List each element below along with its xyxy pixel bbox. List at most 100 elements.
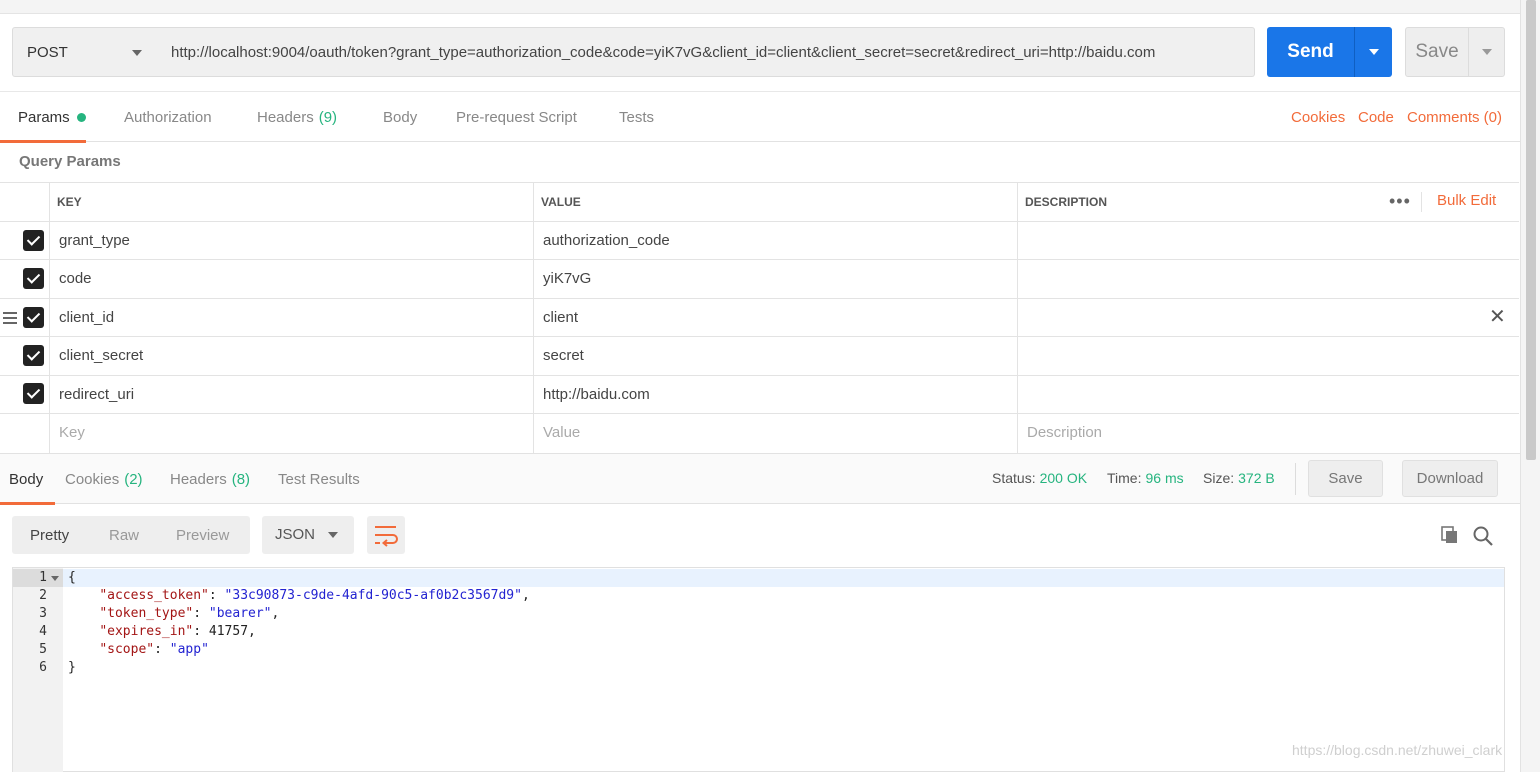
code-line: "expires_in": 41757, [99, 624, 256, 639]
param-checkbox-code[interactable] [23, 268, 44, 289]
json-string-value: "app" [169, 642, 209, 657]
line-number: 3 [39, 606, 47, 621]
format-raw-button[interactable]: Raw [109, 516, 139, 554]
wrap-lines-icon [375, 526, 398, 547]
size-value: 372 B [1238, 470, 1275, 486]
response-save-button[interactable]: Save [1308, 460, 1383, 497]
param-key-client-secret[interactable]: client_secret [59, 336, 143, 374]
json-key: "scope" [99, 642, 155, 657]
more-options-icon[interactable]: ••• [1389, 192, 1411, 210]
method-label: POST [27, 43, 68, 61]
code-line: "token_type": "bearer", [99, 606, 280, 621]
params-active-dot [76, 112, 86, 122]
response-tab-cookies-count: (2) [124, 470, 143, 488]
save-dropdown-button[interactable] [1468, 28, 1505, 76]
param-key-redirect-uri[interactable]: redirect_uri [59, 375, 134, 413]
tab-headers[interactable]: Headers (9) [257, 92, 337, 142]
format-preview-button[interactable]: Preview [176, 516, 229, 554]
copy-icon[interactable] [1440, 525, 1460, 545]
send-dropdown-button[interactable] [1354, 27, 1392, 77]
response-body-editor[interactable]: 1 2 3 4 5 6 { "access_token": "33c90873-… [12, 567, 1505, 772]
param-value-grant-type[interactable]: authorization_code [543, 221, 670, 259]
save-label: Save [1415, 41, 1459, 62]
param-checkbox-client-id[interactable] [23, 307, 44, 328]
param-key-grant-type[interactable]: grant_type [59, 221, 130, 259]
tab-params[interactable]: Params [0, 92, 86, 143]
search-icon[interactable] [1472, 525, 1494, 547]
json-close-brace: } [68, 660, 76, 675]
response-time: Time: 96 ms [1107, 470, 1184, 486]
comments-link[interactable]: Comments (0) [1407, 92, 1502, 142]
new-description-input[interactable]: Description [1027, 413, 1102, 451]
response-tabs: Body Cookies (2) Headers (8) Test Result… [0, 453, 1520, 505]
scrollbar-thumb[interactable] [1526, 0, 1536, 460]
time-value: 96 ms [1145, 470, 1184, 486]
new-value-input[interactable]: Value [543, 413, 580, 451]
json-key: "token_type" [99, 606, 194, 621]
tab-body[interactable]: Body [383, 92, 417, 142]
download-button[interactable]: Download [1402, 460, 1498, 497]
json-number-value: 41757 [208, 624, 249, 639]
vertical-scrollbar[interactable] [1520, 0, 1540, 772]
chevron-down-icon [328, 532, 338, 538]
wrap-lines-button[interactable] [367, 516, 405, 554]
drag-handle-icon[interactable] [3, 312, 17, 324]
param-checkbox-redirect-uri[interactable] [23, 383, 44, 404]
column-header-value: VALUE [541, 194, 581, 209]
json-key: "expires_in" [99, 624, 194, 639]
fold-arrow-icon[interactable] [51, 576, 59, 581]
param-key-client-id[interactable]: client_id [59, 298, 114, 336]
param-checkbox-client-secret[interactable] [23, 345, 44, 366]
active-line-highlight [63, 569, 1504, 587]
code-link[interactable]: Code [1358, 92, 1394, 142]
url-text: http://localhost:9004/oauth/token?grant_… [171, 43, 1156, 61]
query-params-table: KEY VALUE DESCRIPTION ••• Bulk Edit gran… [0, 182, 1519, 453]
format-pretty-button[interactable]: Pretty [30, 516, 69, 554]
response-tab-body[interactable]: Body [0, 454, 55, 505]
param-value-client-secret[interactable]: secret [543, 336, 584, 374]
code-line: } [68, 659, 76, 677]
table-border [1421, 192, 1422, 212]
tab-authorization[interactable]: Authorization [124, 92, 212, 142]
response-tab-test-results[interactable]: Test Results [278, 454, 360, 504]
method-select[interactable]: POST [12, 27, 158, 77]
size-label: Size: [1203, 470, 1235, 486]
line-number: 2 [39, 588, 47, 603]
save-button[interactable]: Save [1405, 27, 1505, 77]
query-params-title: Query Params [19, 153, 121, 170]
code-line: "access_token": "33c90873-c9de-4afd-90c5… [99, 588, 530, 603]
response-tab-body-label: Body [9, 470, 44, 488]
table-border [0, 298, 1519, 299]
param-value-code[interactable]: yiK7vG [543, 259, 591, 297]
tab-prerequest-script[interactable]: Pre-request Script [456, 92, 577, 142]
divider [1295, 463, 1296, 495]
param-value-redirect-uri[interactable]: http://baidu.com [543, 375, 650, 413]
language-select[interactable]: JSON [262, 516, 354, 554]
response-tab-headers[interactable]: Headers (8) [170, 454, 250, 504]
request-tabs: Params Authorization Headers (9) Body Pr… [0, 91, 1520, 143]
tab-headers-label: Headers [257, 108, 314, 126]
param-value-client-id[interactable]: client [543, 298, 578, 336]
send-button[interactable]: Send [1267, 27, 1392, 77]
response-tab-headers-label: Headers [170, 470, 227, 488]
param-key-code[interactable]: code [59, 259, 92, 297]
code-line: "scope": "app" [99, 642, 209, 657]
send-label: Send [1287, 41, 1334, 62]
response-tab-cookies[interactable]: Cookies (2) [65, 454, 143, 504]
line-number: 1 [39, 570, 47, 585]
cookies-link[interactable]: Cookies [1291, 92, 1345, 142]
line-number: 6 [39, 660, 47, 675]
param-checkbox-grant-type[interactable] [23, 230, 44, 251]
new-key-input[interactable]: Key [59, 413, 85, 451]
language-label: JSON [275, 526, 316, 543]
tab-active-underline [0, 140, 86, 143]
bulk-edit-link[interactable]: Bulk Edit [1437, 192, 1496, 209]
url-input[interactable]: http://localhost:9004/oauth/token?grant_… [157, 27, 1255, 77]
column-header-key: KEY [57, 194, 82, 209]
table-border [0, 336, 1519, 337]
status-value: 200 OK [1039, 470, 1088, 486]
json-string-value: "bearer" [208, 606, 272, 621]
table-border [1017, 182, 1018, 453]
close-icon[interactable]: ✕ [1489, 307, 1506, 327]
tab-tests[interactable]: Tests [619, 92, 654, 142]
